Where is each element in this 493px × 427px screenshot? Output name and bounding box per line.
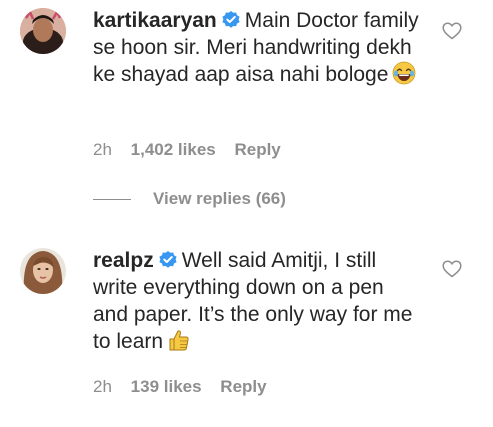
- comment-meta: 2h 1,402 likes Reply: [93, 140, 295, 160]
- likes-count[interactable]: 139 likes: [131, 377, 202, 396]
- heart-outline-icon[interactable]: [442, 22, 462, 40]
- verified-badge-icon: [158, 250, 178, 270]
- username[interactable]: kartikaaryan: [93, 9, 217, 32]
- reply-button[interactable]: Reply: [234, 140, 280, 159]
- avatar[interactable]: [20, 248, 66, 294]
- username[interactable]: realpz: [93, 249, 154, 272]
- laughing-tears-emoji: [392, 61, 416, 85]
- comment-meta: 2h 139 likes Reply: [93, 377, 281, 397]
- heart-outline-icon[interactable]: [442, 260, 462, 278]
- comment-text-block: realpz Well said Amitji, I still write ev…: [93, 247, 423, 355]
- comment-time: 2h: [93, 140, 112, 159]
- verified-badge-icon: [221, 10, 241, 30]
- comment-text-block: kartikaaryan Main Doctor family se hoon s…: [93, 7, 423, 88]
- divider-line: [93, 199, 131, 201]
- view-replies-button[interactable]: View replies (66): [93, 189, 286, 213]
- comment-time: 2h: [93, 377, 112, 396]
- thumbs-up-emoji: [167, 328, 191, 352]
- reply-button[interactable]: Reply: [220, 377, 266, 396]
- avatar[interactable]: [20, 8, 66, 54]
- view-replies-label: View replies (66): [153, 189, 286, 208]
- likes-count[interactable]: 1,402 likes: [131, 140, 216, 159]
